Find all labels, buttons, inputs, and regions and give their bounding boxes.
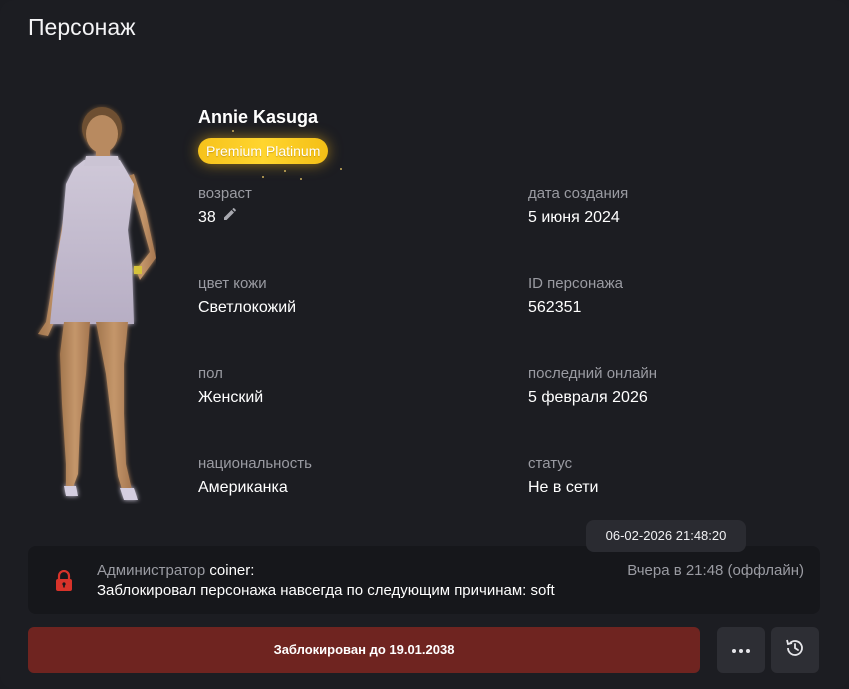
skin-label: цвет кожи xyxy=(198,275,267,292)
history-button[interactable] xyxy=(771,627,819,673)
history-icon xyxy=(784,637,806,664)
status-label: статус xyxy=(528,455,573,472)
pencil-icon[interactable] xyxy=(222,206,238,227)
sparkle-decoration xyxy=(232,130,234,132)
created-value: 5 июня 2024 xyxy=(528,209,620,226)
nationality-value: Американка xyxy=(198,479,288,496)
id-label: ID персонажа xyxy=(528,275,623,292)
status-value: Не в сети xyxy=(528,479,599,496)
timestamp-tooltip: 06-02-2026 21:48:20 xyxy=(586,520,746,552)
gender-value: Женский xyxy=(198,389,264,406)
log-text: Заблокировал персонажа навсегда по следу… xyxy=(97,582,555,599)
nationality-label: национальность xyxy=(198,455,312,472)
banned-until-button[interactable]: Заблокирован до 19.01.2038 xyxy=(28,627,700,673)
premium-badge: Premium Platinum xyxy=(198,138,329,164)
sparkle-decoration xyxy=(284,170,286,172)
age-label: возраст xyxy=(198,185,252,202)
log-role: Администратор xyxy=(97,562,206,579)
page-title: Персонаж xyxy=(28,14,136,40)
log-time: Вчера в 21:48 (оффлайн) xyxy=(627,562,804,579)
more-button[interactable] xyxy=(717,627,765,673)
character-panel: Персонаж Annie Kasuga Premium Platinum в… xyxy=(0,0,849,689)
log-header: Администратор coiner: xyxy=(97,562,254,579)
more-icon xyxy=(731,641,751,659)
admin-log-entry: Администратор coiner: Вчера в 21:48 (офф… xyxy=(28,546,820,614)
character-avatar xyxy=(28,104,156,504)
last-online-label: последний онлайн xyxy=(528,365,658,382)
gender-label: пол xyxy=(198,365,223,382)
last-online-value: 5 февраля 2026 xyxy=(528,389,648,406)
character-name: Annie Kasuga xyxy=(198,107,319,127)
age-value-wrap: 38 xyxy=(198,206,238,227)
id-value: 562351 xyxy=(528,299,582,316)
sparkle-decoration xyxy=(300,178,302,180)
lock-icon xyxy=(54,569,74,597)
skin-value: Светлокожий xyxy=(198,299,297,316)
created-label: дата создания xyxy=(528,185,629,202)
sparkle-decoration xyxy=(262,176,264,178)
age-value: 38 xyxy=(198,209,216,227)
sparkle-decoration xyxy=(340,168,342,170)
log-admin-name[interactable]: coiner: xyxy=(209,562,254,579)
